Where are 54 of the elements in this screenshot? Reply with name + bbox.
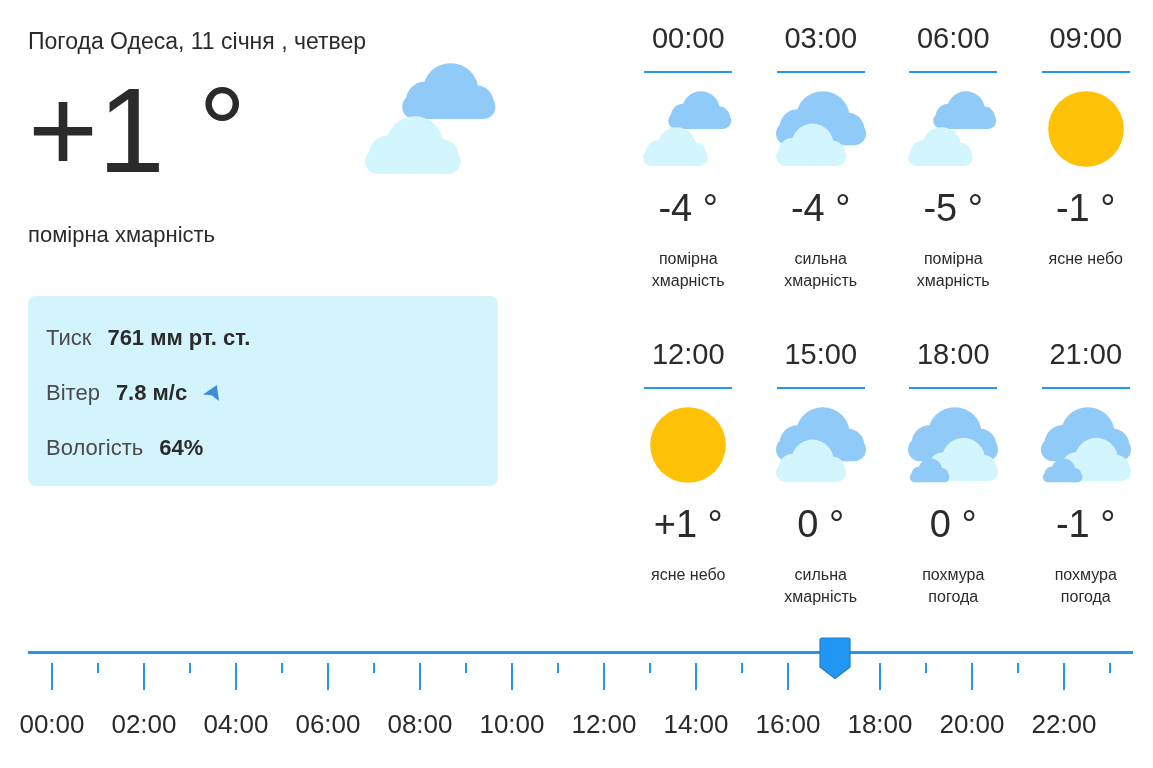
- forecast-time: 18:00: [916, 337, 990, 371]
- forecast-description: ясне небо: [651, 565, 726, 585]
- clouds-icon: [908, 407, 999, 483]
- forecast-description: похмура погода: [1053, 565, 1118, 607]
- forecast-temperature: +1 °: [653, 502, 723, 546]
- clouds-icon: [1040, 407, 1131, 483]
- time-label: 20:00: [939, 709, 1005, 739]
- forecast-time: 12:00: [651, 337, 725, 371]
- forecast-time: 21:00: [1049, 337, 1123, 371]
- detail-label: Вітер: [46, 379, 100, 407]
- detail-label: Тиск: [46, 324, 92, 352]
- time-label: 04:00: [203, 709, 269, 739]
- time-label: 22:00: [1031, 709, 1097, 739]
- forecast-description: помірна хмарність: [650, 249, 726, 291]
- time-label: 16:00: [755, 709, 821, 739]
- detail-value: 7.8 м/с: [115, 379, 188, 407]
- detail-value: 64%: [159, 434, 204, 462]
- time-label: 10:00: [479, 709, 545, 739]
- time-label: 14:00: [663, 709, 729, 739]
- forecast-time: 06:00: [916, 21, 990, 55]
- forecast-description: помірна хмарність: [915, 249, 991, 291]
- time-label: 12:00: [571, 709, 637, 739]
- detail-label: Вологість: [46, 434, 144, 462]
- clouds-icon: [775, 407, 866, 483]
- forecast-description: сильна хмарність: [783, 249, 859, 291]
- forecast-temperature: -1 °: [1055, 502, 1116, 546]
- clouds-icon: [775, 91, 866, 167]
- time-label: 06:00: [295, 709, 361, 739]
- detail-value: 761 мм рт. ст.: [107, 324, 251, 352]
- clouds-icon: [365, 63, 498, 175]
- forecast-temperature: -1 °: [1055, 186, 1116, 230]
- forecast-description: похмура погода: [921, 565, 986, 607]
- forecast-time: 03:00: [784, 21, 858, 55]
- forecast-temperature: -4 °: [790, 186, 851, 230]
- clouds-icon: [643, 91, 734, 167]
- weather-title: Погода Одеса, 11 січня , четвер: [28, 27, 367, 55]
- slider-thumb[interactable]: [818, 637, 851, 680]
- weather-description: помірна хмарність: [28, 222, 216, 248]
- forecast-temperature: 0 °: [797, 502, 845, 546]
- clouds-icon: [908, 91, 999, 167]
- forecast-time: 00:00: [651, 21, 725, 55]
- forecast-time: 15:00: [784, 337, 858, 371]
- current-temperature: +1 °: [28, 70, 247, 190]
- time-label: 00:00: [19, 709, 85, 739]
- forecast-temperature: -4 °: [658, 186, 718, 230]
- time-label: 08:00: [387, 709, 453, 739]
- time-label: 02:00: [111, 709, 177, 739]
- forecast-description: сильна хмарність: [783, 565, 859, 607]
- forecast-temperature: 0 °: [929, 502, 977, 546]
- forecast-time: 09:00: [1049, 21, 1123, 55]
- forecast-temperature: -5 °: [923, 186, 983, 230]
- forecast-description: ясне небо: [1048, 249, 1123, 269]
- arrow-icon: [203, 384, 220, 401]
- time-label: 18:00: [847, 709, 913, 739]
